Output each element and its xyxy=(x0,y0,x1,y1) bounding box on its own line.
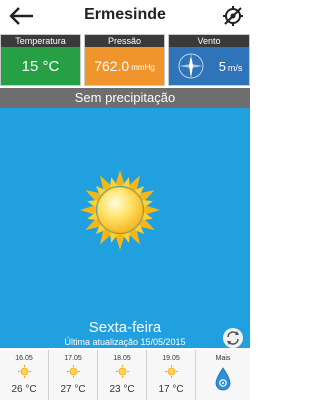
forecast-date: 19.05 xyxy=(162,355,180,362)
sun-icon xyxy=(67,365,80,378)
forecast-strip: 16.05 26 °C 17.05 27 °C 18.05 23 °C 19.0… xyxy=(0,350,250,400)
pressure-unit: mmHg xyxy=(131,63,155,72)
pressure-tile: Pressão 762.0 mmHg xyxy=(84,34,165,86)
forecast-temp: 17 °C xyxy=(158,384,184,395)
forecast-date: 16.05 xyxy=(15,355,33,362)
compass-icon: N xyxy=(178,53,204,79)
sun-icon xyxy=(165,365,178,378)
refresh-icon[interactable] xyxy=(223,328,243,348)
wind-label: Vento xyxy=(169,35,249,47)
forecast-day[interactable]: 19.05 17 °C xyxy=(147,350,196,400)
raindrop-icon xyxy=(215,367,231,391)
svg-text:N: N xyxy=(189,55,193,61)
more-button[interactable]: Mais xyxy=(196,350,250,400)
wind-tile: Vento N 5 m/s xyxy=(168,34,250,86)
last-updated-text: Última atualização 15/05/2015 xyxy=(64,337,186,347)
page-title: Ermesinde xyxy=(84,6,166,23)
temperature-value: 15 °C xyxy=(21,57,60,75)
weather-panel: Sexta-feira Última atualização 15/05/201… xyxy=(0,108,250,348)
forecast-date: 18.05 xyxy=(113,355,131,362)
sun-icon xyxy=(18,365,31,378)
wind-value: 5 xyxy=(218,58,226,74)
condition-bar: Sem precipitação xyxy=(0,88,250,108)
forecast-date: 17.05 xyxy=(64,355,82,362)
forecast-day[interactable]: 16.05 26 °C xyxy=(0,350,49,400)
forecast-temp: 26 °C xyxy=(11,384,37,395)
temperature-label: Temperatura xyxy=(1,35,80,47)
sun-icon xyxy=(80,170,160,250)
pressure-value: 762.0 xyxy=(94,58,130,74)
arrow-left-icon[interactable] xyxy=(8,6,36,26)
app-header: Ermesinde xyxy=(0,0,250,32)
location-off-icon[interactable] xyxy=(222,5,244,27)
forecast-temp: 27 °C xyxy=(60,384,86,395)
more-label: Mais xyxy=(215,355,231,362)
forecast-day[interactable]: 17.05 27 °C xyxy=(49,350,98,400)
pressure-label: Pressão xyxy=(85,35,164,47)
forecast-temp: 23 °C xyxy=(109,384,135,395)
sun-icon xyxy=(116,365,129,378)
temperature-tile: Temperatura 15 °C xyxy=(0,34,81,86)
wind-unit: m/s xyxy=(227,62,243,73)
forecast-day[interactable]: 18.05 23 °C xyxy=(98,350,147,400)
day-label: Sexta-feira xyxy=(88,319,162,336)
